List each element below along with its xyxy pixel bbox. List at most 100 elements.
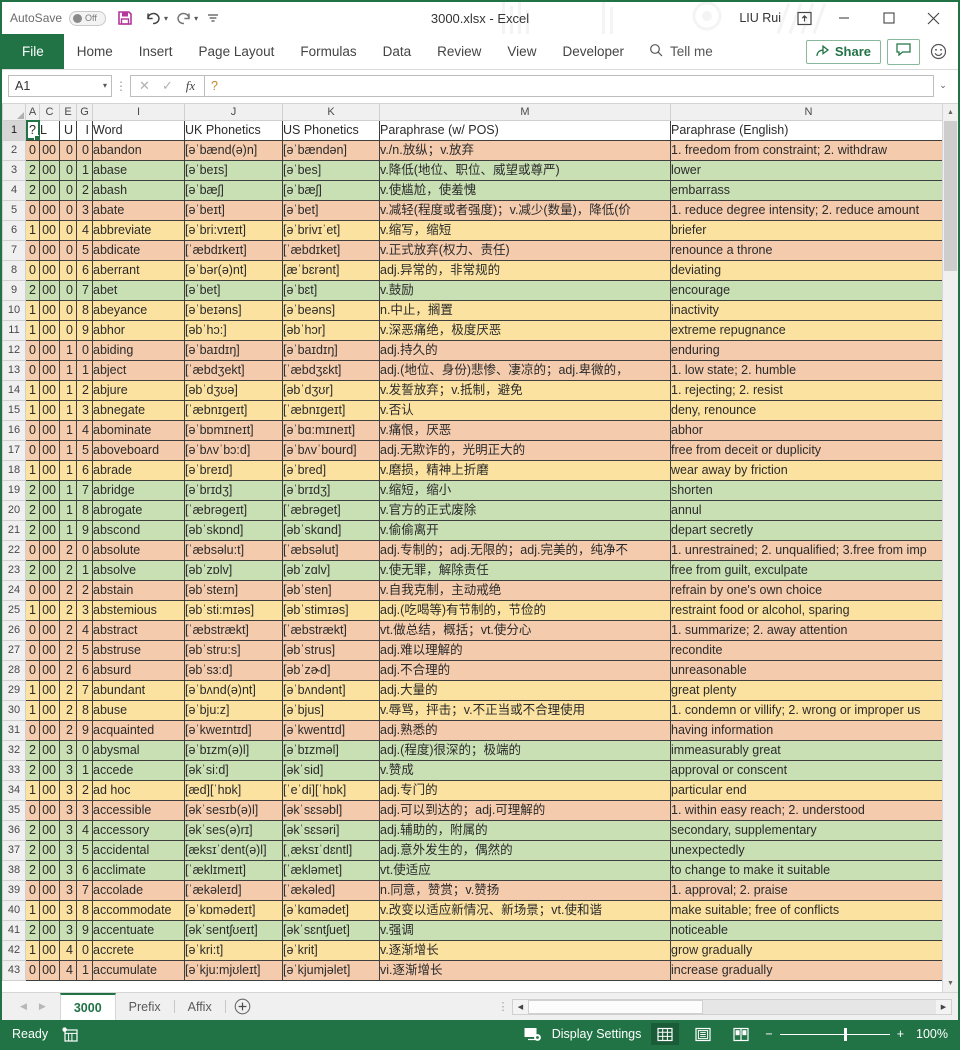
cell-K13[interactable]: [ˈæbdʒɛkt] — [282, 360, 380, 381]
cell-J32[interactable]: [əˈbɪzm(ə)l] — [184, 740, 283, 761]
cell-A22[interactable]: 0 — [25, 540, 40, 561]
cell-J11[interactable]: [əbˈhɔ:] — [184, 320, 283, 341]
row-header-40[interactable]: 40 — [2, 899, 26, 921]
cell-K40[interactable]: [əˈkɑmədet] — [282, 900, 380, 921]
cell-M11[interactable]: v.深恶痛绝，极度厌恶 — [379, 320, 671, 341]
horizontal-scrollbar[interactable]: ◀ ▶ — [512, 999, 952, 1015]
cell-N20[interactable]: annul — [670, 500, 947, 521]
cell-J5[interactable]: [əˈbeɪt] — [184, 200, 283, 221]
cell-J37[interactable]: [æksɪˈdent(ə)l] — [184, 840, 283, 861]
cell-G6[interactable]: 4 — [76, 220, 93, 241]
close-icon[interactable] — [911, 2, 956, 34]
autosave-toggle[interactable]: Off — [69, 10, 107, 26]
cell-A4[interactable]: 2 — [25, 180, 40, 201]
cell-A6[interactable]: 1 — [25, 220, 40, 241]
cell-K8[interactable]: [æˈbɛrənt] — [282, 260, 380, 281]
cell-C2[interactable]: 00 — [39, 140, 60, 161]
cell-E42[interactable]: 4 — [59, 940, 77, 961]
cell-C9[interactable]: 00 — [39, 280, 60, 301]
row-header-13[interactable]: 13 — [2, 359, 26, 381]
cell-I27[interactable]: abstruse — [92, 640, 185, 661]
row-header-2[interactable]: 2 — [2, 139, 26, 161]
cell-G5[interactable]: 3 — [76, 200, 93, 221]
cell-E18[interactable]: 1 — [59, 460, 77, 481]
row-header-5[interactable]: 5 — [2, 199, 26, 221]
cell-N31[interactable]: having information — [670, 720, 947, 741]
cell-C34[interactable]: 00 — [39, 780, 60, 801]
cancel-icon[interactable]: ✕ — [133, 76, 156, 96]
cell-M33[interactable]: v.赞成 — [379, 760, 671, 781]
row-header-18[interactable]: 18 — [2, 459, 26, 481]
cell-A12[interactable]: 0 — [25, 340, 40, 361]
cell-N28[interactable]: unreasonable — [670, 660, 947, 681]
page-layout-view-icon[interactable] — [689, 1023, 717, 1045]
cell-M19[interactable]: v.缩短，缩小 — [379, 480, 671, 501]
cell-G43[interactable]: 1 — [76, 960, 93, 981]
cell-I34[interactable]: ad hoc — [92, 780, 185, 801]
cell-M3[interactable]: v.降低(地位、职位、威望或尊严) — [379, 160, 671, 181]
cell-C20[interactable]: 00 — [39, 500, 60, 521]
cell-G24[interactable]: 2 — [76, 580, 93, 601]
row-header-38[interactable]: 38 — [2, 859, 26, 881]
cell-K14[interactable]: [əbˈdʒʊr] — [282, 380, 380, 401]
row-header-34[interactable]: 34 — [2, 779, 26, 801]
cell-N7[interactable]: renounce a throne — [670, 240, 947, 261]
cell-K23[interactable]: [əbˈzɑlv] — [282, 560, 380, 581]
cell-G2[interactable]: 0 — [76, 140, 93, 161]
cell-K16[interactable]: [əˈbɑ:mɪneɪt] — [282, 420, 380, 441]
cell-N22[interactable]: 1. unrestrained; 2. unqualified; 3.free … — [670, 540, 947, 561]
cell-I41[interactable]: accentuate — [92, 920, 185, 941]
cell-J18[interactable]: [əˈbreɪd] — [184, 460, 283, 481]
cell-J30[interactable]: [əˈbju:z] — [184, 700, 283, 721]
cell-E22[interactable]: 2 — [59, 540, 77, 561]
cell-C6[interactable]: 00 — [39, 220, 60, 241]
cell-M18[interactable]: v.磨损，精神上折磨 — [379, 460, 671, 481]
cell-G10[interactable]: 8 — [76, 300, 93, 321]
cell-C7[interactable]: 00 — [39, 240, 60, 261]
cell-N30[interactable]: 1. condemn or villify; 2. wrong or impro… — [670, 700, 947, 721]
sheet-tab-3000[interactable]: 3000 — [59, 993, 116, 1020]
cell-A18[interactable]: 1 — [25, 460, 40, 481]
cell-N13[interactable]: 1. low state; 2. humble — [670, 360, 947, 381]
cell-J29[interactable]: [əˈbʌnd(ə)nt] — [184, 680, 283, 701]
display-settings-icon[interactable] — [524, 1027, 542, 1042]
cell-I23[interactable]: absolve — [92, 560, 185, 581]
cell-C3[interactable]: 00 — [39, 160, 60, 181]
cell-E33[interactable]: 3 — [59, 760, 77, 781]
chevron-down-icon[interactable]: ⌄ — [934, 80, 952, 91]
cell-A35[interactable]: 0 — [25, 800, 40, 821]
cell-E41[interactable]: 3 — [59, 920, 77, 941]
cell-G17[interactable]: 5 — [76, 440, 93, 461]
cell-A24[interactable]: 0 — [25, 580, 40, 601]
cell-M1[interactable]: Paraphrase (w/ POS) — [379, 119, 671, 141]
cell-G14[interactable]: 2 — [76, 380, 93, 401]
scroll-right-icon[interactable]: ▶ — [936, 1000, 951, 1014]
cell-G39[interactable]: 7 — [76, 880, 93, 901]
cell-A10[interactable]: 1 — [25, 300, 40, 321]
vertical-scroll-thumb[interactable] — [944, 121, 957, 271]
undo-dropdown-caret[interactable]: ▾ — [164, 14, 168, 23]
cell-N38[interactable]: to change to make it suitable — [670, 860, 947, 881]
zoom-out-button[interactable]: − — [765, 1027, 772, 1041]
cell-I10[interactable]: abeyance — [92, 300, 185, 321]
cell-M24[interactable]: v.自我克制，主动戒绝 — [379, 580, 671, 601]
ribbon-display-options-icon[interactable] — [787, 2, 821, 34]
cell-C36[interactable]: 00 — [39, 820, 60, 841]
cell-N25[interactable]: restraint food or alcohol, sparing — [670, 600, 947, 621]
cell-E12[interactable]: 1 — [59, 340, 77, 361]
cell-J36[interactable]: [əkˈses(ə)rɪ] — [184, 820, 283, 841]
cell-N10[interactable]: inactivity — [670, 300, 947, 321]
cell-G15[interactable]: 3 — [76, 400, 93, 421]
row-header-31[interactable]: 31 — [2, 719, 26, 741]
cell-M10[interactable]: n.中止，搁置 — [379, 300, 671, 321]
cell-I1[interactable]: Word — [92, 119, 185, 141]
cell-M35[interactable]: adj.可以到达的；adj.可理解的 — [379, 800, 671, 821]
cell-J17[interactable]: [əˈbʌvˈbɔ:d] — [184, 440, 283, 461]
cell-G27[interactable]: 5 — [76, 640, 93, 661]
cell-A28[interactable]: 0 — [25, 660, 40, 681]
cell-J15[interactable]: [ˈæbnɪgeɪt] — [184, 400, 283, 421]
cell-K19[interactable]: [əˈbrɪdʒ] — [282, 480, 380, 501]
row-header-15[interactable]: 15 — [2, 399, 26, 421]
cell-I14[interactable]: abjure — [92, 380, 185, 401]
cell-A13[interactable]: 0 — [25, 360, 40, 381]
